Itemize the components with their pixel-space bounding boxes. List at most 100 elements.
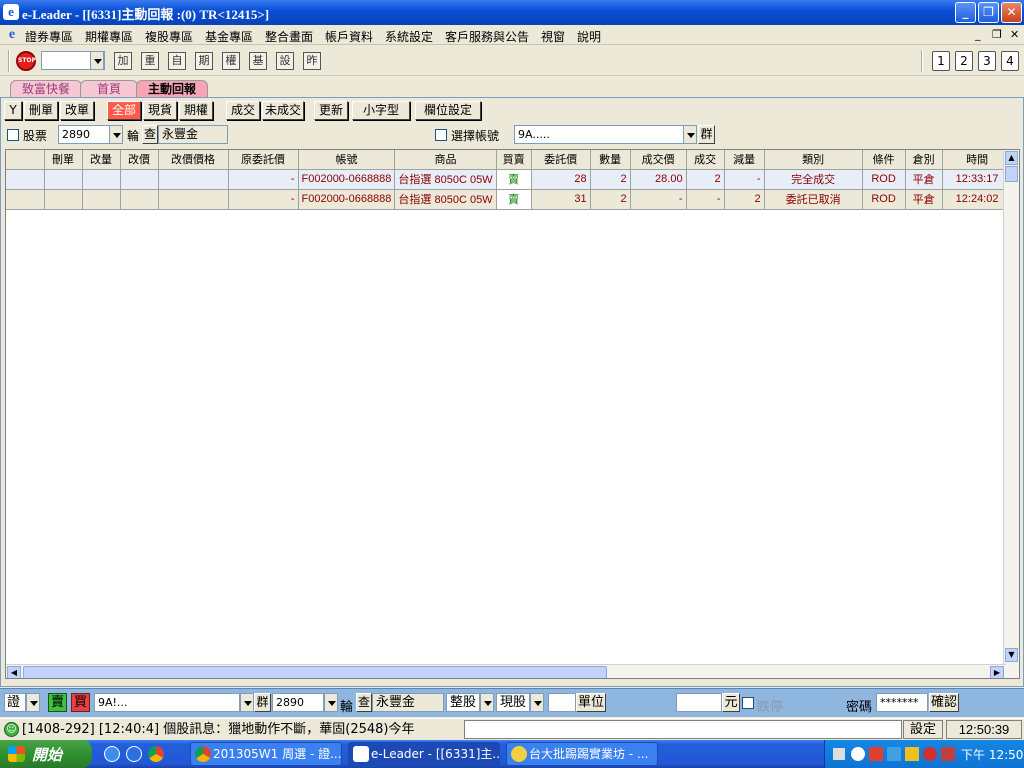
query-button[interactable]: 查 — [142, 125, 158, 144]
col-header[interactable]: 刪單 — [44, 150, 83, 170]
sell-button[interactable]: 賣 — [48, 693, 67, 712]
table-row[interactable]: - F002000-0668888 台指選 8050C 05W 賣 28 2 2… — [6, 169, 1013, 190]
menu-options[interactable]: 期權專區 — [85, 28, 133, 45]
close-button[interactable]: ✕ — [1001, 2, 1022, 23]
tab-active-report[interactable]: 主動回報 — [136, 80, 208, 97]
news-ticker[interactable]: [1408-292] [12:40:4] 個股訊息：獵地動作不斷，華固(2548… — [22, 720, 462, 739]
scroll-right-icon[interactable]: ▶ — [990, 666, 1004, 678]
quick-options-button[interactable]: 權 — [222, 52, 240, 70]
scroll-thumb[interactable] — [23, 666, 607, 678]
settings-button[interactable]: 設定 — [903, 720, 943, 739]
order-group-button[interactable]: 群 — [254, 693, 271, 712]
security-icon[interactable] — [923, 747, 937, 761]
minimize-button[interactable]: _ — [955, 2, 976, 23]
small-font-button[interactable]: 小字型 — [352, 101, 410, 120]
col-header[interactable]: 減量 — [724, 150, 765, 170]
menu-integrated[interactable]: 整合畫面 — [265, 28, 313, 45]
col-header[interactable] — [6, 150, 45, 170]
col-header[interactable]: 買賣 — [496, 150, 532, 170]
layout-1-button[interactable]: 1 — [932, 51, 950, 71]
col-header[interactable]: 帳號 — [298, 150, 396, 170]
task-ptt-window[interactable]: 台大批踢踢實業坊 - ... — [506, 742, 658, 766]
window-title-bar[interactable]: e e-Leader - [[6331]主動回報 :(0) TR<12415>]… — [0, 0, 1024, 25]
filter-unfilled-button[interactable]: 未成交 — [262, 101, 304, 120]
restore-button[interactable]: ❐ — [978, 2, 999, 23]
scroll-thumb[interactable] — [1005, 166, 1018, 182]
col-header[interactable]: 倉別 — [905, 150, 943, 170]
chevron-down-icon[interactable] — [324, 693, 338, 712]
filter-filled-button[interactable]: 成交 — [226, 101, 260, 120]
chevron-down-icon[interactable] — [683, 125, 697, 144]
modify-qty-cell[interactable] — [82, 169, 121, 190]
start-button[interactable]: 開始 — [0, 740, 92, 768]
task-eleader-window[interactable]: e-Leader - [[6331]主... — [348, 742, 500, 766]
order-account-field[interactable]: 9A!... — [94, 693, 240, 712]
alert-icon[interactable] — [905, 747, 919, 761]
menu-customer-service[interactable]: 客戶服務與公告 — [445, 28, 529, 45]
limit-down-checkbox[interactable] — [742, 697, 754, 709]
volume-icon[interactable] — [941, 747, 955, 761]
buy-button[interactable]: 買 — [71, 693, 90, 712]
menu-settings[interactable]: 系統設定 — [385, 28, 433, 45]
menu-funds[interactable]: 基金專區 — [205, 28, 253, 45]
col-header[interactable]: 委託價 — [531, 150, 591, 170]
select-account-checkbox[interactable] — [435, 129, 447, 141]
quick-reset-button[interactable]: 重 — [141, 52, 159, 70]
tab-home[interactable]: 首頁 — [80, 80, 138, 97]
stock-checkbox[interactable] — [7, 129, 19, 141]
quick-add-button[interactable]: 加 — [114, 52, 132, 70]
order-code-input[interactable]: 2890 — [272, 693, 324, 712]
layout-4-button[interactable]: 4 — [1001, 51, 1019, 71]
mdi-close-button[interactable]: ✕ — [1010, 28, 1019, 41]
col-header[interactable]: 類別 — [764, 150, 863, 170]
table-row[interactable]: - F002000-0668888 台指選 8050C 05W 賣 31 2 -… — [6, 189, 1013, 210]
col-header[interactable]: 改價 — [120, 150, 159, 170]
chevron-down-icon[interactable] — [480, 693, 494, 712]
delete-cell[interactable] — [44, 189, 83, 210]
stock-code-input[interactable]: 2890 — [58, 125, 110, 144]
scroll-left-icon[interactable]: ◀ — [7, 666, 21, 678]
chevron-down-icon[interactable] — [109, 125, 123, 144]
tray-expand-icon[interactable] — [851, 747, 865, 761]
scroll-up-icon[interactable]: ▲ — [1005, 151, 1018, 165]
tab-fortune-express[interactable]: 致富快餐 — [10, 80, 82, 97]
modify-price-value-cell[interactable] — [158, 189, 229, 210]
modify-order-button[interactable]: 改單 — [60, 101, 94, 120]
order-query-button[interactable]: 查 — [356, 693, 372, 712]
stop-icon[interactable]: STOP — [16, 51, 36, 71]
modify-qty-cell[interactable] — [82, 189, 121, 210]
rotate-label[interactable]: 輪 — [127, 127, 139, 144]
col-header[interactable]: 原委託價 — [228, 150, 299, 170]
task-chrome-window[interactable]: 201305W1 周選 - 證... — [190, 742, 342, 766]
col-header[interactable]: 條件 — [862, 150, 906, 170]
unit-button[interactable]: 單位 — [576, 693, 606, 712]
col-header[interactable]: 商品 — [394, 150, 497, 170]
vertical-scrollbar[interactable]: ▲ ▼ — [1003, 150, 1019, 678]
chrome-icon[interactable] — [148, 746, 164, 762]
scroll-down-icon[interactable]: ▼ — [1005, 648, 1018, 662]
mdi-minimize-button[interactable]: _ — [975, 28, 981, 41]
order-price-input[interactable] — [676, 693, 722, 712]
lot-type-select[interactable]: 整股 — [446, 693, 480, 712]
menu-multi-stock[interactable]: 複股專區 — [145, 28, 193, 45]
col-header[interactable]: 成交價 — [630, 150, 687, 170]
chevron-down-icon[interactable] — [240, 693, 254, 712]
modify-price-value-cell[interactable] — [158, 169, 229, 190]
confirm-button[interactable]: 確認 — [929, 693, 959, 712]
trade-type-select[interactable]: 現股 — [496, 693, 530, 712]
order-report-grid[interactable]: 刪單 改量 改價 改價價格 原委託價 帳號 商品 買賣 委託價 數量 成交價 成… — [5, 149, 1020, 679]
col-header[interactable]: 成交 — [686, 150, 725, 170]
group-button[interactable]: 群 — [698, 125, 715, 144]
filter-all-button[interactable]: 全部 — [107, 101, 141, 120]
refresh-button[interactable]: 更新 — [314, 101, 348, 120]
chevron-down-icon[interactable] — [90, 51, 104, 70]
filter-spot-button[interactable]: 現貨 — [143, 101, 177, 120]
col-header[interactable]: 時間 — [942, 150, 1013, 170]
menu-account[interactable]: 帳戶資料 — [325, 28, 373, 45]
chevron-down-icon[interactable] — [530, 693, 544, 712]
modify-price-cell[interactable] — [120, 169, 159, 190]
col-header[interactable]: 改價價格 — [158, 150, 229, 170]
horizontal-scrollbar[interactable]: ◀ ▶ — [6, 664, 1006, 678]
mdi-restore-button[interactable]: ❐ — [992, 28, 1002, 41]
column-settings-button[interactable]: 欄位設定 — [415, 101, 481, 120]
